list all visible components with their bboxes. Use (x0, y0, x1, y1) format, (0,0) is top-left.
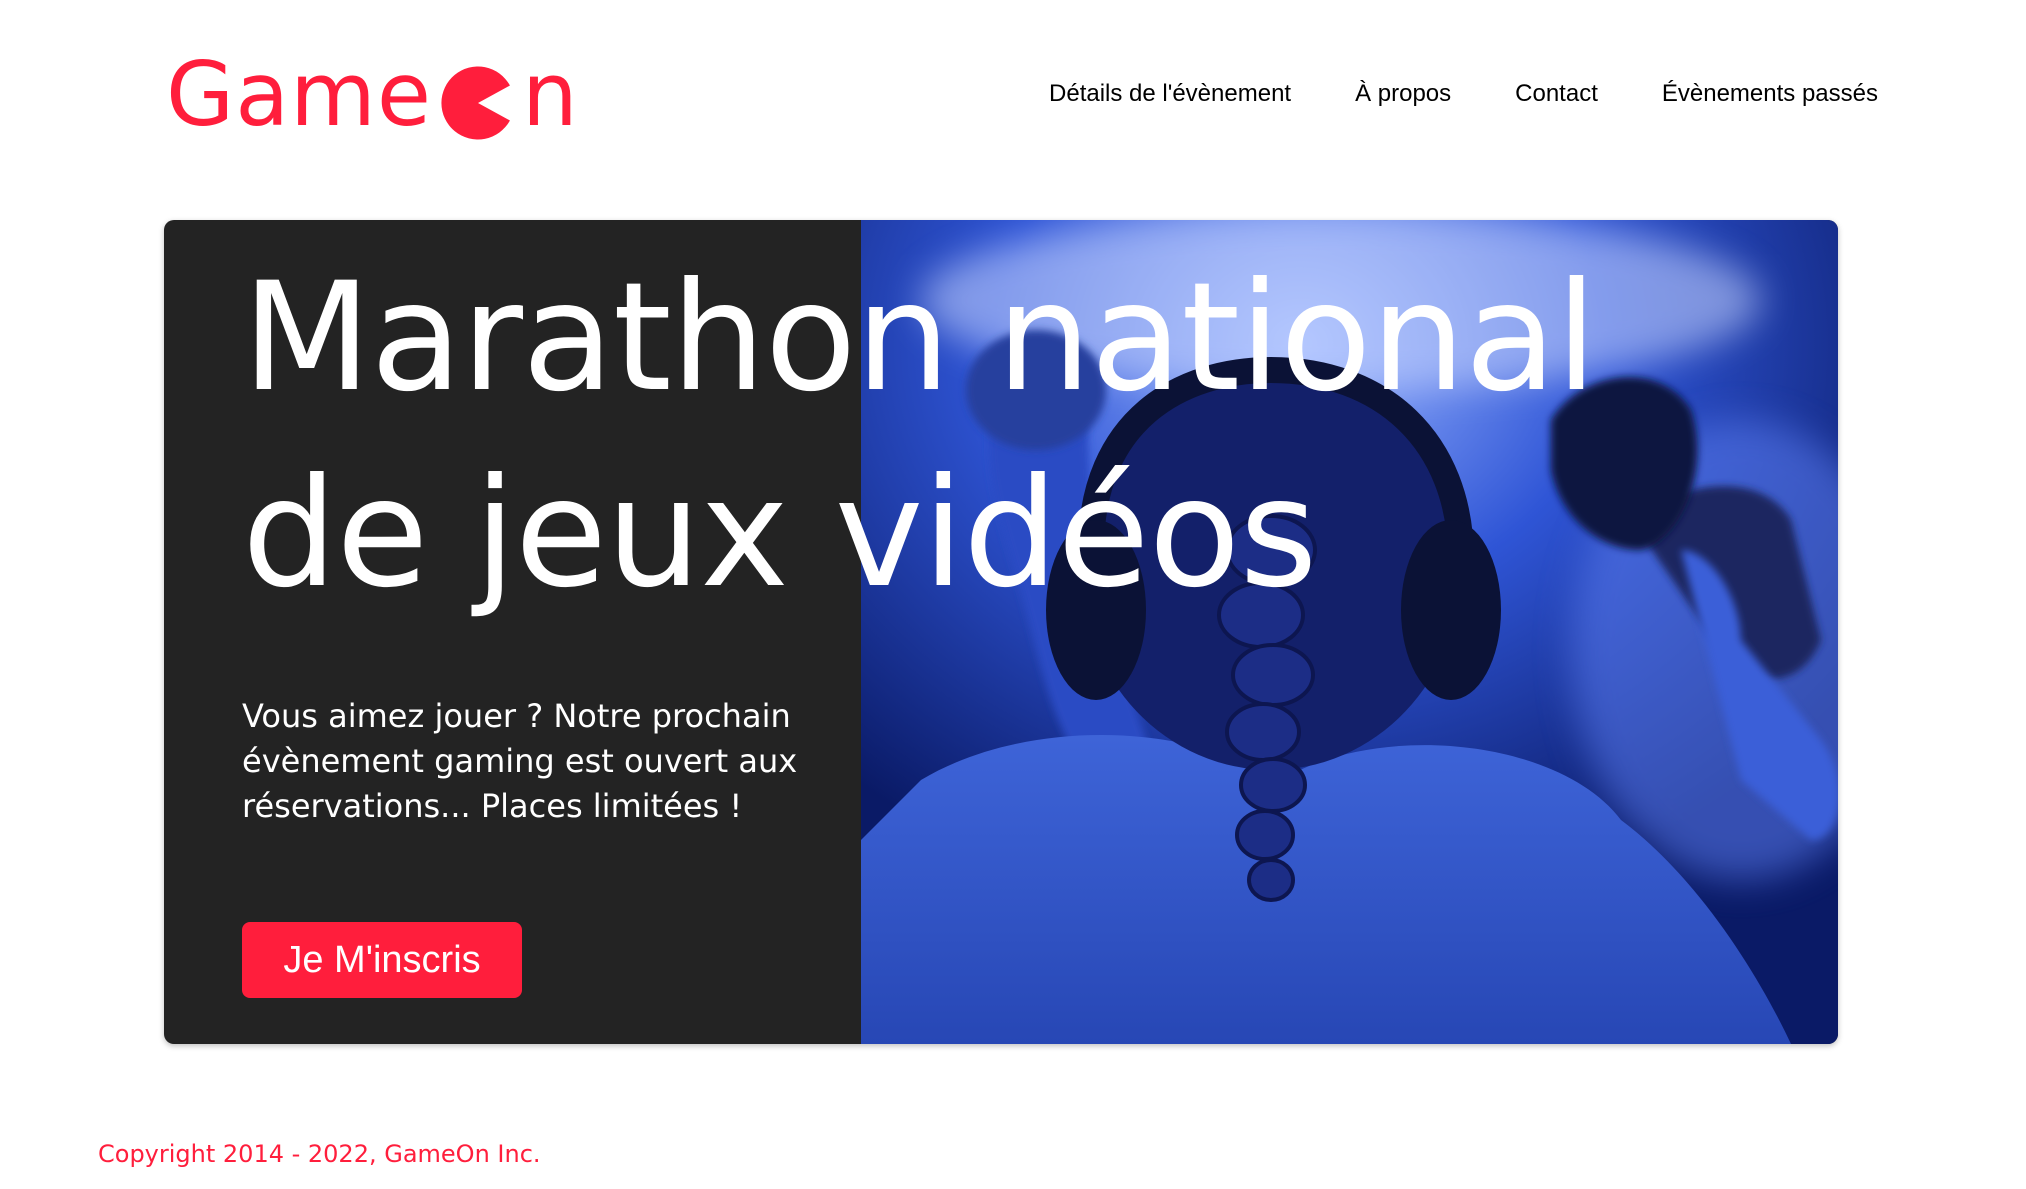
pacman-o-icon (440, 65, 516, 141)
main-menu: Détails de l'évènement À propos Contact … (1049, 80, 1878, 108)
nav-link-event-details[interactable]: Détails de l'évènement (1049, 80, 1291, 108)
copyright-footer: Copyright 2014 - 2022, GameOn Inc. (98, 1140, 541, 1168)
gameon-logo[interactable]: Game n (166, 50, 579, 140)
hero-title: Marathon national de jeux vidéos (242, 251, 1597, 621)
logo-text-game: Game (166, 43, 432, 146)
logo-text-n: n (521, 43, 579, 146)
nav-link-past-events[interactable]: Évènements passés (1662, 80, 1878, 108)
hero-description: Vous aimez jouer ? Notre prochain évènem… (242, 697, 798, 825)
signup-button[interactable]: Je M'inscris (242, 922, 522, 998)
nav-link-about[interactable]: À propos (1355, 80, 1451, 108)
hero-banner: Marathon national de jeux vidéos Vous ai… (164, 220, 1838, 1044)
top-navigation: Game n Détails de l'évènement À propos C… (0, 0, 2026, 200)
nav-link-contact[interactable]: Contact (1515, 80, 1598, 108)
